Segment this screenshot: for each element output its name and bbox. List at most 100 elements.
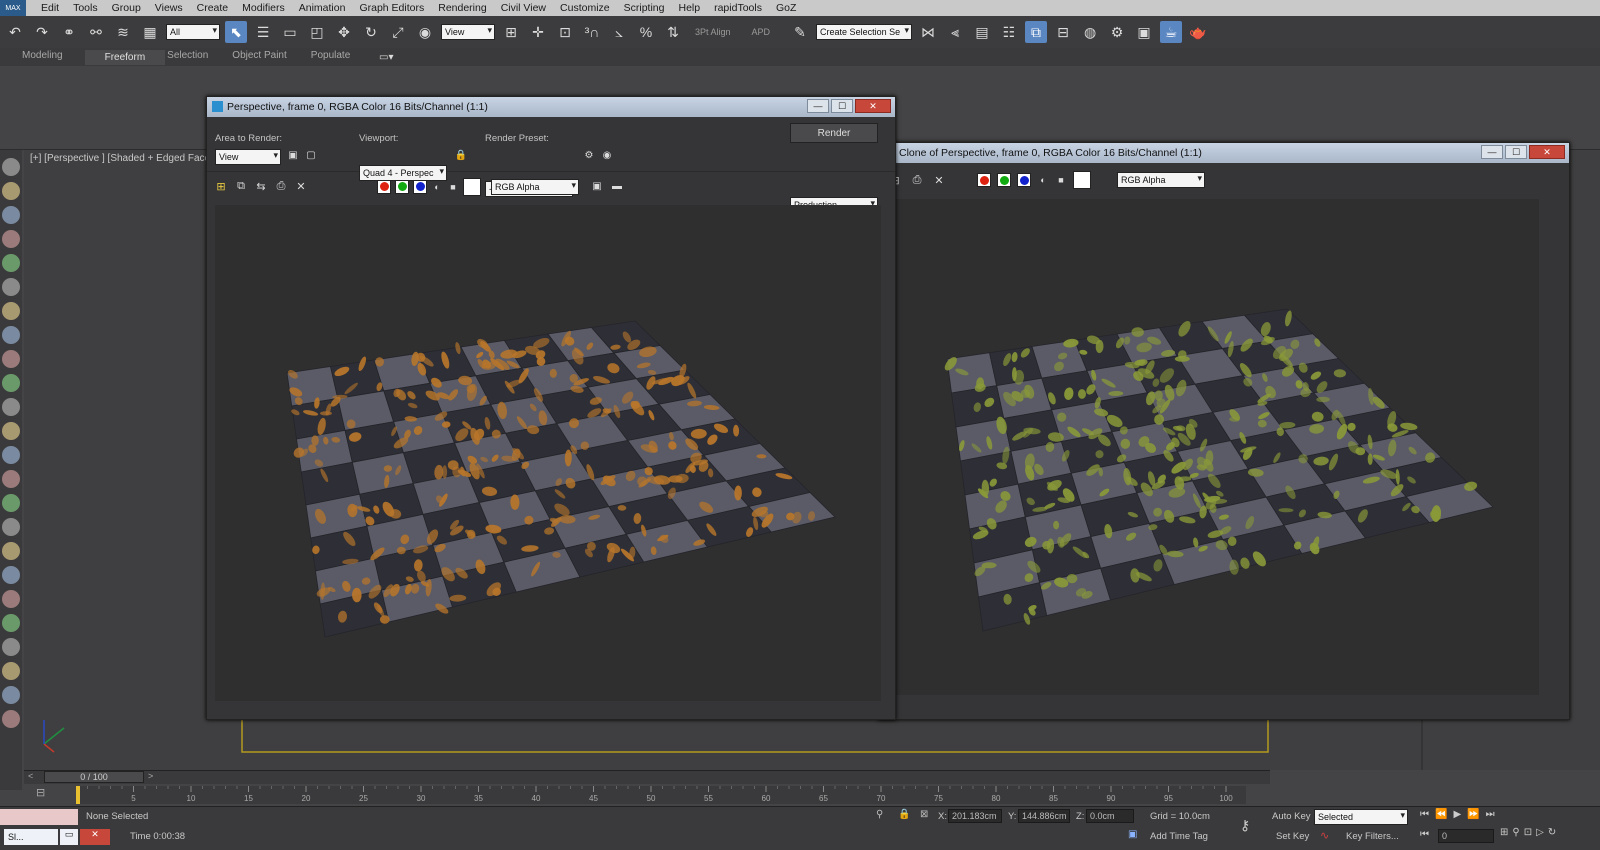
menu-item-tools[interactable]: Tools — [68, 2, 107, 14]
close-icon[interactable]: ✕ — [855, 99, 891, 113]
schematic-view-icon[interactable]: ⊟ — [1052, 21, 1074, 43]
modify-icon[interactable] — [2, 182, 20, 200]
teapot-icon[interactable] — [2, 614, 20, 632]
select-by-name-icon[interactable]: ☰ — [252, 21, 274, 43]
toggle-ui-icon[interactable]: ▬ — [609, 176, 625, 198]
ribbon-options-icon[interactable]: ▭▾ — [372, 46, 400, 68]
tab-object-paint[interactable]: Object Paint — [230, 50, 308, 65]
space-warps-icon[interactable] — [2, 422, 20, 440]
cylinder-icon[interactable] — [2, 518, 20, 536]
geometry-icon[interactable] — [2, 302, 20, 320]
mirror-icon[interactable]: ⋈ — [917, 21, 939, 43]
reference-coordinate-dropdown[interactable]: View — [441, 24, 495, 40]
box-icon[interactable] — [2, 470, 20, 488]
clone-color-swatch[interactable] — [1073, 171, 1091, 189]
keyboard-shortcut-icon[interactable]: ⊡ — [554, 21, 576, 43]
named-selection-dropdown[interactable]: Create Selection Se — [816, 24, 913, 40]
menu-item-graph-editors[interactable]: Graph Editors — [354, 2, 433, 14]
auto-key-button[interactable]: Auto Key — [1272, 811, 1311, 822]
three-point-align-label[interactable]: 3Pt Align — [695, 27, 731, 37]
pivot-center-icon[interactable]: ⊞ — [500, 21, 522, 43]
x-coordinate-field[interactable]: 201.183cm — [948, 809, 1002, 823]
place-icon[interactable]: ◉ — [414, 21, 436, 43]
frame-counter[interactable]: 0 / 100 — [44, 771, 144, 783]
render-window[interactable]: Perspective, frame 0, RGBA Color 16 Bits… — [206, 96, 896, 720]
clone-red-channel-toggle[interactable] — [977, 173, 991, 187]
save-image-icon[interactable]: ⊞ — [213, 176, 229, 198]
key-mode-toggle-icon[interactable]: ⏮ — [1420, 829, 1429, 840]
selection-filter-icon[interactable]: ▦ — [139, 21, 161, 43]
print-image-icon[interactable]: ⎙ — [273, 176, 289, 198]
select-move-icon[interactable]: ✥ — [333, 21, 355, 43]
clear-icon[interactable]: ✕ — [293, 176, 309, 198]
clone-render-window[interactable]: Clone of Perspective, frame 0, RGBA Colo… — [878, 142, 1570, 720]
field-of-view-icon[interactable]: ▷ — [1536, 827, 1544, 838]
menu-item-create[interactable]: Create — [192, 2, 238, 14]
link-icon[interactable]: ⚭ — [58, 21, 80, 43]
snaps-toggle-icon[interactable]: ³∩ — [581, 21, 603, 43]
lock-icon[interactable]: 🔒 — [453, 147, 469, 163]
viewport-label[interactable]: [+] [Perspective ] [Shaded + Edged Faces — [30, 153, 215, 164]
render-window-titlebar[interactable]: Perspective, frame 0, RGBA Color 16 Bits… — [207, 97, 895, 117]
systems-icon[interactable] — [2, 446, 20, 464]
pyramid-icon[interactable] — [2, 662, 20, 680]
menu-item-views[interactable]: Views — [150, 2, 192, 14]
select-rotate-icon[interactable]: ↻ — [360, 21, 382, 43]
tab-modeling[interactable]: Modeling — [20, 50, 85, 65]
selection-lock-icon[interactable]: 🔒 — [898, 809, 910, 820]
edit-region-icon[interactable]: ▣ — [285, 147, 301, 163]
green-channel-toggle[interactable] — [395, 179, 409, 194]
display-icon[interactable] — [2, 254, 20, 272]
tab-freeform[interactable]: Freeform — [84, 49, 166, 65]
next-frame-icon[interactable]: ⏩ — [1467, 809, 1479, 820]
tab-selection[interactable]: Selection — [165, 50, 230, 65]
redo-icon[interactable]: ↷ — [31, 21, 53, 43]
render-setup-icon[interactable]: ⚙ — [1106, 21, 1128, 43]
go-to-start-icon[interactable]: ⏮ — [1420, 809, 1429, 820]
undo-icon[interactable]: ↶ — [4, 21, 26, 43]
selection-filter-dropdown[interactable]: All — [166, 24, 220, 40]
scene-explorer-icon[interactable]: ☷ — [998, 21, 1020, 43]
menu-item-animation[interactable]: Animation — [294, 2, 355, 14]
apd-label[interactable]: APD — [752, 27, 771, 37]
zoom-all-icon[interactable]: ⊡ — [1524, 827, 1532, 838]
create-icon[interactable] — [2, 158, 20, 176]
menu-item-help[interactable]: Help — [673, 2, 709, 14]
window-crossing-icon[interactable]: ◰ — [306, 21, 328, 43]
time-config-icon[interactable]: ⊞ — [1500, 827, 1508, 838]
percent-snap-icon[interactable]: % — [635, 21, 657, 43]
auto-region-icon[interactable]: ▢ — [303, 147, 319, 163]
key-mode-dropdown[interactable]: Selected — [1314, 809, 1408, 825]
clone-blue-channel-toggle[interactable] — [1017, 173, 1031, 187]
layer-explorer-icon[interactable]: ▤ — [971, 21, 993, 43]
menu-item-group[interactable]: Group — [107, 2, 150, 14]
clone-alpha-channel-icon[interactable]: ◐ — [1037, 169, 1049, 191]
add-time-tag-label[interactable]: Add Time Tag — [1150, 831, 1208, 842]
set-key-button[interactable]: Set Key — [1276, 831, 1309, 842]
toggle-ui-overlay-icon[interactable]: ▣ — [589, 176, 605, 198]
menu-item-edit[interactable]: Edit — [36, 2, 68, 14]
time-tag-icon[interactable]: ▣ — [1128, 829, 1137, 840]
isolate-icon[interactable]: ⚲ — [876, 809, 883, 820]
menu-item-goz[interactable]: GoZ — [771, 2, 805, 14]
render-setup-small-icon[interactable]: ⚙ — [581, 147, 597, 163]
time-prev-icon[interactable]: < — [28, 771, 33, 781]
cone-icon[interactable] — [2, 566, 20, 584]
clone-window-titlebar[interactable]: Clone of Perspective, frame 0, RGBA Colo… — [879, 143, 1569, 163]
menu-item-customize[interactable]: Customize — [555, 2, 619, 14]
select-scale-icon[interactable]: ⤢ — [387, 21, 409, 43]
channel-display-dropdown[interactable]: RGB Alpha — [491, 178, 579, 195]
play-icon[interactable]: ▶ — [1453, 809, 1461, 820]
taskbar-restore-icon[interactable]: ▭ — [60, 829, 78, 845]
orbit-icon[interactable]: ↻ — [1548, 827, 1556, 838]
current-frame-field[interactable]: 0 — [1438, 829, 1494, 843]
angle-snap-icon[interactable]: ⦣ — [608, 21, 630, 43]
clone-clear-icon[interactable]: ✕ — [931, 169, 947, 191]
viewport-dropdown[interactable]: Quad 4 - Perspec — [359, 165, 447, 181]
rendered-frame-window-icon[interactable]: ▣ — [1133, 21, 1155, 43]
select-object-icon[interactable]: ⬉ — [225, 21, 247, 43]
menu-item-rapidtools[interactable]: rapidTools — [709, 2, 771, 14]
curve-editor-icon[interactable]: ⧉ — [1025, 21, 1048, 43]
select-manipulate-icon[interactable]: ✛ — [527, 21, 549, 43]
color-swatch[interactable] — [463, 177, 481, 196]
